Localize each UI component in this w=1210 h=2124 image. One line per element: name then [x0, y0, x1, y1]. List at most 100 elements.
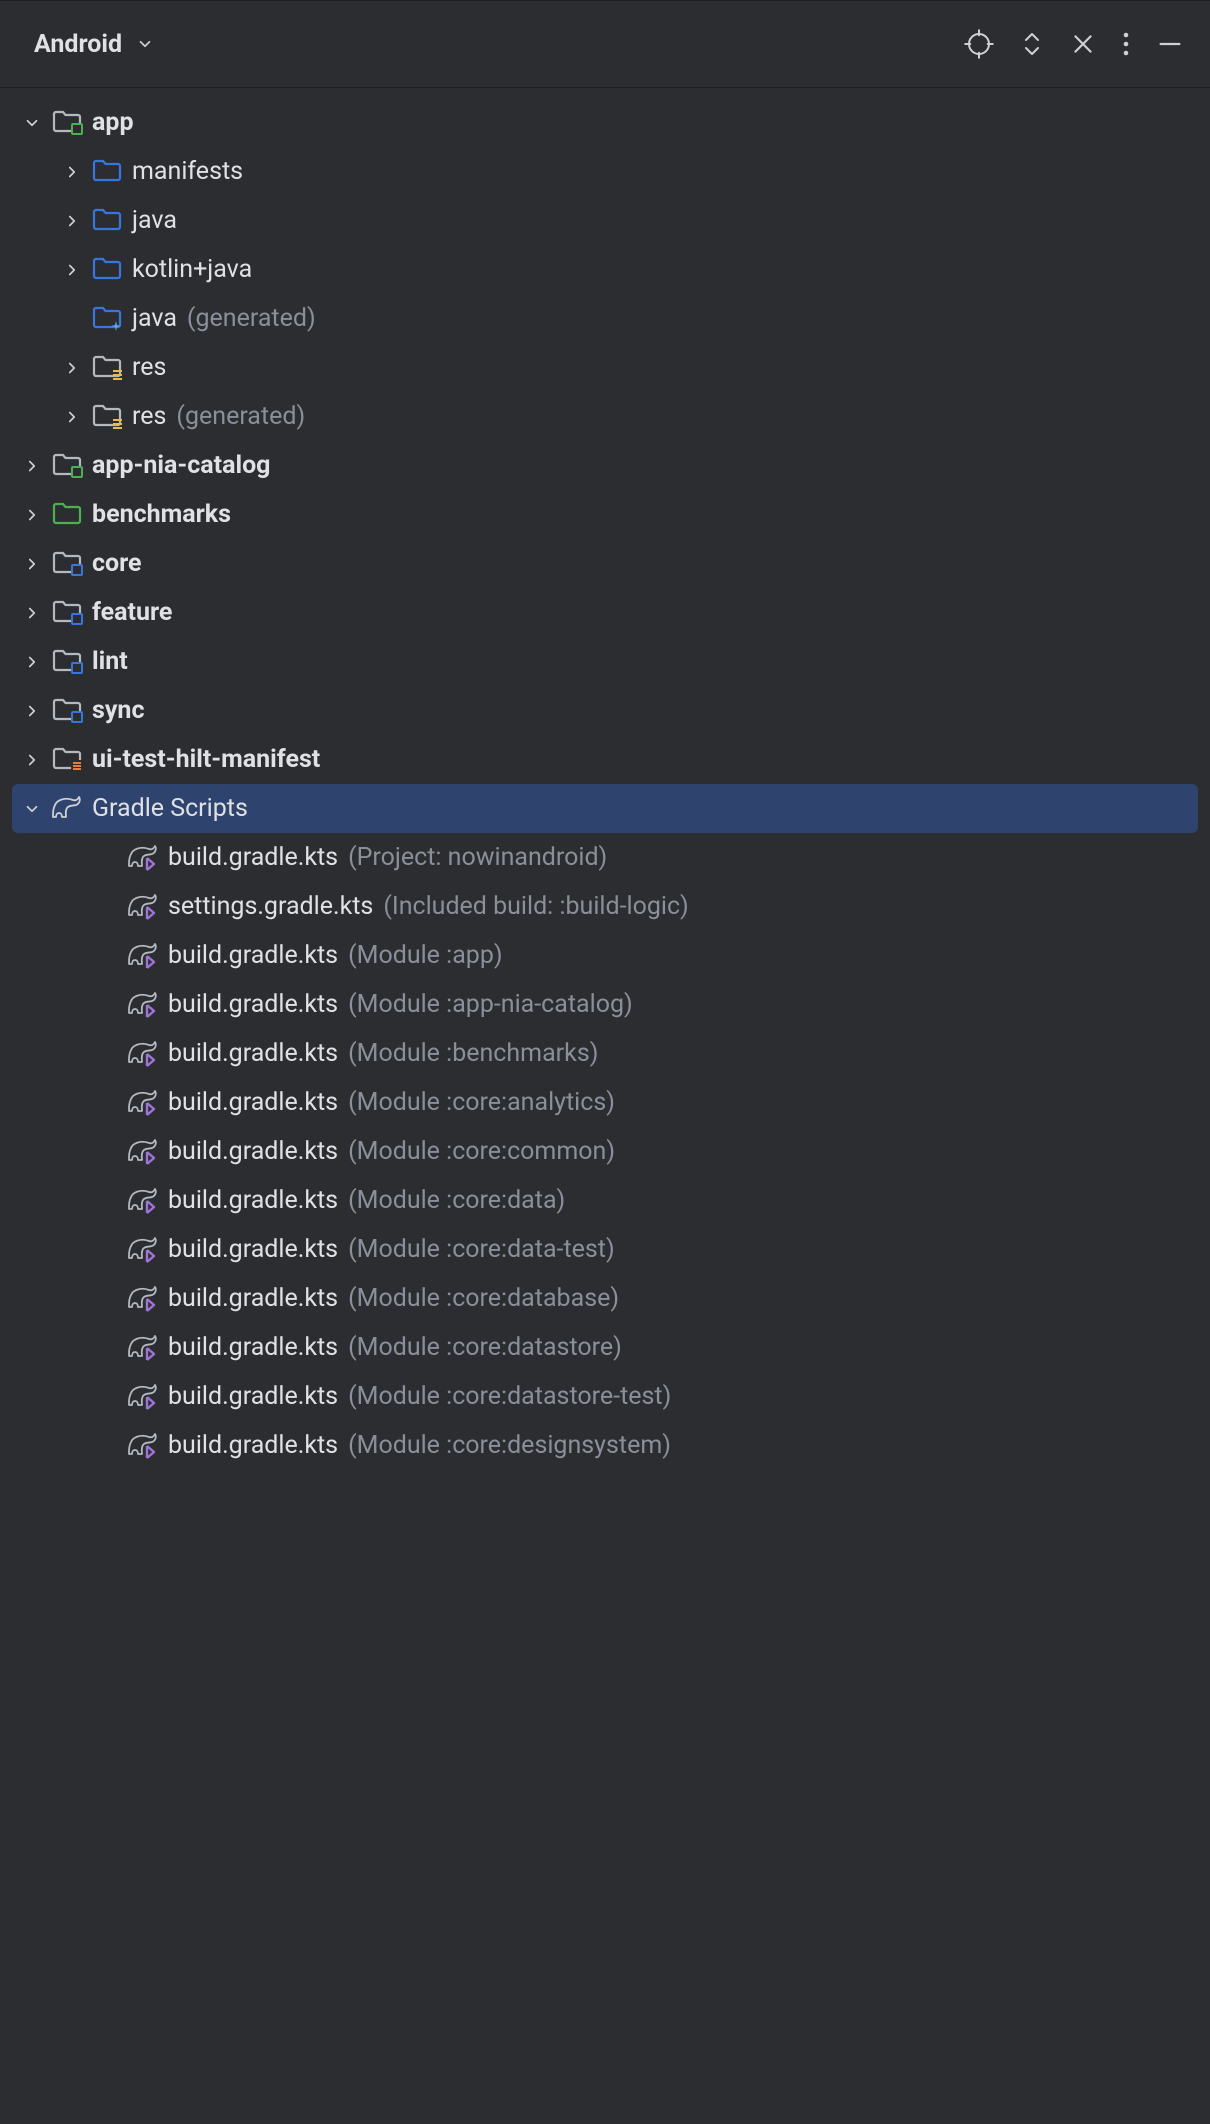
folder-gen-icon [92, 305, 124, 333]
tree-node[interactable]: Gradle Scripts [12, 784, 1198, 833]
tree-node[interactable]: ui-test-hilt-manifest [0, 735, 1210, 784]
tree-node-label: java [132, 206, 177, 235]
view-selector[interactable]: Android [34, 30, 154, 59]
tree-node[interactable]: build.gradle.kts (Module :app) [0, 931, 1210, 980]
tree-node-label: build.gradle.kts [168, 941, 338, 970]
tree-node[interactable]: core [0, 539, 1210, 588]
tree-node-hint: (Module :app-nia-catalog) [348, 990, 633, 1019]
tree-node-label: settings.gradle.kts [168, 892, 373, 921]
module-icon [52, 452, 84, 480]
tree-node-label: res [132, 402, 166, 431]
chevron-right-icon[interactable] [60, 160, 84, 184]
tree-node[interactable]: build.gradle.kts (Project: nowinandroid) [0, 833, 1210, 882]
tree-node-label: build.gradle.kts [168, 990, 338, 1019]
tree-node[interactable]: build.gradle.kts (Module :core:data) [0, 1176, 1210, 1225]
tree-node-label: app-nia-catalog [92, 451, 270, 480]
gradle-file-icon [128, 1285, 160, 1313]
target-icon[interactable] [964, 29, 994, 59]
more-icon[interactable] [1122, 30, 1130, 58]
tree-node-label: kotlin+java [132, 255, 252, 284]
gradle-file-icon [128, 1334, 160, 1362]
tree-node[interactable]: build.gradle.kts(Module :benchmarks) [0, 1029, 1210, 1078]
chevron-right-icon[interactable] [20, 650, 44, 674]
tree-node[interactable]: build.gradle.kts(Module :core:database) [0, 1274, 1210, 1323]
tree-node[interactable]: app [0, 98, 1210, 147]
project-tree: appmanifestsjavakotlin+javajava(generate… [0, 88, 1210, 1480]
tree-node-label: app [92, 108, 134, 137]
tree-node-hint: (Module :benchmarks) [348, 1039, 598, 1068]
tree-node-label: manifests [132, 157, 243, 186]
tree-node[interactable]: build.gradle.kts (Module :app-nia-catalog… [0, 980, 1210, 1029]
tree-node-hint: (Module :core:data) [348, 1186, 565, 1215]
tree-node[interactable]: feature [0, 588, 1210, 637]
chevron-right-icon[interactable] [20, 503, 44, 527]
tree-node-label: build.gradle.kts [168, 843, 338, 872]
view-title: Android [34, 30, 122, 59]
chevron-right-icon[interactable] [20, 454, 44, 478]
gradle-file-icon [128, 1432, 160, 1460]
tree-node-label: build.gradle.kts [168, 1333, 338, 1362]
tree-node-label: benchmarks [92, 500, 231, 529]
gradle-file-icon [128, 1138, 160, 1166]
tree-node[interactable]: build.gradle.kts(Module :core:designsyst… [0, 1421, 1210, 1470]
chevron-right-icon[interactable] [20, 601, 44, 625]
tree-node[interactable]: java [0, 196, 1210, 245]
folder-res-icon [92, 403, 124, 431]
module-group-icon [52, 697, 84, 725]
tree-node-hint: (Module :core:datastore-test) [348, 1382, 671, 1411]
gradle-file-icon [128, 893, 160, 921]
expand-collapse-icon[interactable] [1020, 30, 1044, 58]
tree-node-label: build.gradle.kts [168, 1186, 338, 1215]
tree-node[interactable]: build.gradle.kts (Module :core:datastore-… [0, 1372, 1210, 1421]
chevron-right-icon[interactable] [60, 405, 84, 429]
tree-node-label: build.gradle.kts [168, 1382, 338, 1411]
tree-node[interactable]: sync [0, 686, 1210, 735]
chevron-right-icon[interactable] [20, 699, 44, 723]
tree-node-label: build.gradle.kts [168, 1088, 338, 1117]
chevron-down-icon[interactable] [20, 111, 44, 135]
tree-node-label: build.gradle.kts [168, 1431, 338, 1460]
tree-node-label: res [132, 353, 166, 382]
tree-node-label: ui-test-hilt-manifest [92, 745, 320, 774]
chevron-right-icon[interactable] [60, 356, 84, 380]
tree-node-hint: (Module :core:data-test) [348, 1235, 615, 1264]
gradle-file-icon [128, 942, 160, 970]
tree-node[interactable]: benchmarks [0, 490, 1210, 539]
project-panel: Android appmanifestsjavakotlin+javaj [0, 0, 1210, 1480]
tree-node-hint: (Project: nowinandroid) [348, 843, 607, 872]
gradle-file-icon [128, 1383, 160, 1411]
module-ui-icon [52, 746, 84, 774]
tree-node[interactable]: settings.gradle.kts (Included build: :bui… [0, 882, 1210, 931]
tree-node[interactable]: kotlin+java [0, 245, 1210, 294]
chevron-down-icon[interactable] [20, 797, 44, 821]
gradle-file-icon [128, 1187, 160, 1215]
tree-node[interactable]: app-nia-catalog [0, 441, 1210, 490]
tree-node[interactable]: build.gradle.kts(Module :core:analytics) [0, 1078, 1210, 1127]
chevron-right-icon[interactable] [20, 748, 44, 772]
tree-node-hint: (Included build: :build-logic) [383, 892, 688, 921]
gradle-file-icon [128, 1040, 160, 1068]
chevron-right-icon[interactable] [20, 552, 44, 576]
tree-node[interactable]: build.gradle.kts (Module :core:datastore) [0, 1323, 1210, 1372]
tree-node-hint: (Module :core:datastore) [348, 1333, 622, 1362]
tree-node-hint: (Module :app) [348, 941, 503, 970]
tree-node[interactable]: build.gradle.kts(Module :core:common) [0, 1127, 1210, 1176]
tree-node-label: lint [92, 647, 128, 676]
gradle-file-icon [128, 844, 160, 872]
tree-node-label: feature [92, 598, 172, 627]
folder-blue-icon [92, 256, 124, 284]
chevron-right-icon[interactable] [60, 209, 84, 233]
tree-node-label: build.gradle.kts [168, 1235, 338, 1264]
tree-node[interactable]: manifests [0, 147, 1210, 196]
minimize-icon[interactable] [1156, 30, 1184, 58]
tree-node[interactable]: lint [0, 637, 1210, 686]
tree-node[interactable]: build.gradle.kts (Module :core:data-test) [0, 1225, 1210, 1274]
tree-node-hint: (generated) [176, 402, 305, 431]
tree-node-hint: (Module :core:database) [348, 1284, 619, 1313]
tree-node[interactable]: res (generated) [0, 392, 1210, 441]
tree-node-label: java [132, 304, 177, 333]
chevron-right-icon[interactable] [60, 258, 84, 282]
close-icon[interactable] [1070, 31, 1096, 57]
tree-node[interactable]: res [0, 343, 1210, 392]
tree-node[interactable]: java(generated) [0, 294, 1210, 343]
